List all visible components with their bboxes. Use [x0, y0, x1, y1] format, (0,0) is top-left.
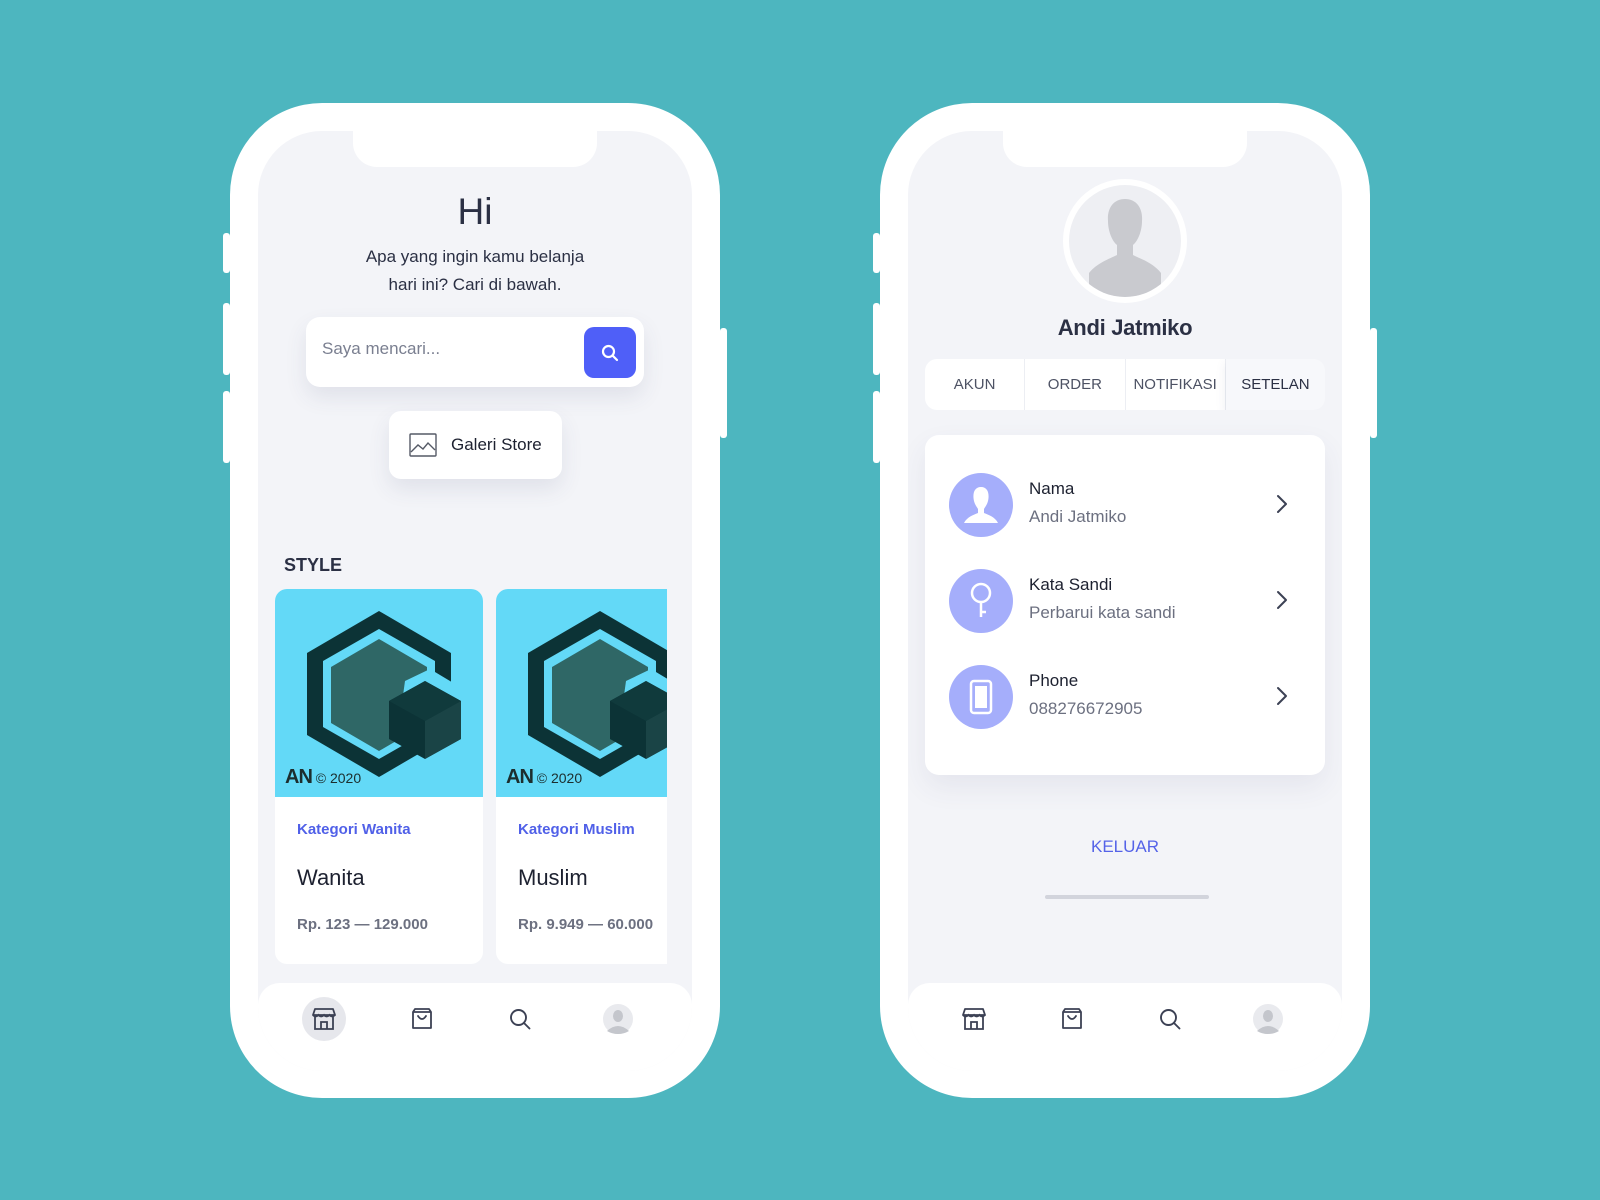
- bag-icon: [412, 1008, 432, 1029]
- scroll-indicator: [1045, 895, 1209, 899]
- nav-profile[interactable]: [1246, 997, 1290, 1041]
- chevron-right-icon: [1277, 495, 1287, 513]
- logout-button[interactable]: KELUAR: [908, 837, 1342, 857]
- chevron-right-icon: [1277, 591, 1287, 609]
- search-icon: [1160, 1009, 1181, 1030]
- profile-name: Andi Jatmiko: [1057, 315, 1193, 340]
- card-watermark: AN © 2020: [506, 766, 582, 789]
- nav-bag[interactable]: [1050, 997, 1094, 1041]
- card-title: Muslim: [518, 865, 588, 890]
- volume-down-button: [873, 391, 880, 463]
- phone-home: Hi Apa yang ingin kamu belanja hari ini?…: [223, 103, 727, 1098]
- row-value: Andi Jatmiko: [1029, 507, 1127, 526]
- bottom-nav: [258, 983, 692, 1071]
- search-icon: [510, 1009, 531, 1030]
- copyright-text: © 2020: [536, 770, 583, 786]
- store-icon: [312, 1008, 336, 1030]
- bottom-nav: [908, 983, 1342, 1071]
- tab-akun[interactable]: AKUN: [925, 359, 1026, 410]
- row-kata-sandi[interactable]: Kata Sandi Perbarui kata sandi: [949, 569, 1301, 635]
- power-button: [720, 328, 727, 438]
- row-value: Perbarui kata sandi: [1029, 603, 1176, 622]
- bag-icon: [1062, 1008, 1082, 1029]
- avatar-placeholder: [1069, 185, 1181, 297]
- user-silhouette-icon: [1089, 199, 1161, 297]
- tab-notifikasi[interactable]: NOTIFIKASI: [1126, 359, 1226, 410]
- category-card-muslim[interactable]: AN © 2020 Kategori Muslim Muslim Rp. 9.9…: [496, 589, 667, 964]
- store-icon: [962, 1008, 986, 1030]
- nav-bag[interactable]: [400, 997, 444, 1041]
- volume-down-button: [223, 391, 230, 463]
- mute-switch: [223, 233, 230, 273]
- account-info-card: Nama Andi Jatmiko Kata Sandi Perbarui ka…: [925, 435, 1325, 775]
- nav-store[interactable]: [952, 997, 996, 1041]
- avatar: [1253, 1004, 1283, 1034]
- nav-search[interactable]: [1148, 997, 1192, 1041]
- row-phone[interactable]: Phone 088276672905: [949, 665, 1301, 731]
- volume-up-button: [873, 303, 880, 375]
- user-icon: [949, 473, 1013, 537]
- profile-screen: Andi Jatmiko AKUN ORDER NOTIFIKASI SETEL…: [908, 131, 1342, 1071]
- key-icon: [949, 569, 1013, 633]
- mute-switch: [873, 233, 880, 273]
- home-screen: Hi Apa yang ingin kamu belanja hari ini?…: [258, 131, 692, 1071]
- avatar: [603, 1004, 633, 1034]
- card-strip: AN © 2020 Kategori Muslim Muslim Rp. 9.9…: [258, 131, 667, 1071]
- brand-mark: AN: [506, 766, 534, 788]
- nav-search[interactable]: [498, 997, 542, 1041]
- nav-profile[interactable]: [596, 997, 640, 1041]
- phone-icon: [949, 665, 1013, 729]
- row-nama[interactable]: Nama Andi Jatmiko: [949, 473, 1301, 539]
- nav-store[interactable]: [302, 997, 346, 1041]
- row-label: Phone: [1029, 671, 1079, 690]
- tab-setelan[interactable]: SETELAN: [1225, 359, 1325, 410]
- tab-order[interactable]: ORDER: [1025, 359, 1126, 410]
- row-label: Kata Sandi: [1029, 575, 1113, 594]
- power-button: [1370, 328, 1377, 438]
- profile-tabs: AKUN ORDER NOTIFIKASI SETELAN: [925, 359, 1325, 410]
- volume-up-button: [223, 303, 230, 375]
- card-image: AN © 2020: [496, 589, 667, 797]
- profile-avatar[interactable]: [1063, 179, 1187, 303]
- card-category: Kategori Muslim: [518, 821, 635, 838]
- card-price: Rp. 9.949 — 60.000: [518, 916, 654, 933]
- row-label: Nama: [1029, 479, 1075, 498]
- chevron-right-icon: [1277, 687, 1287, 705]
- notch: [1003, 131, 1247, 167]
- phone-profile: Andi Jatmiko AKUN ORDER NOTIFIKASI SETEL…: [873, 103, 1377, 1098]
- row-value: 088276672905: [1029, 699, 1143, 718]
